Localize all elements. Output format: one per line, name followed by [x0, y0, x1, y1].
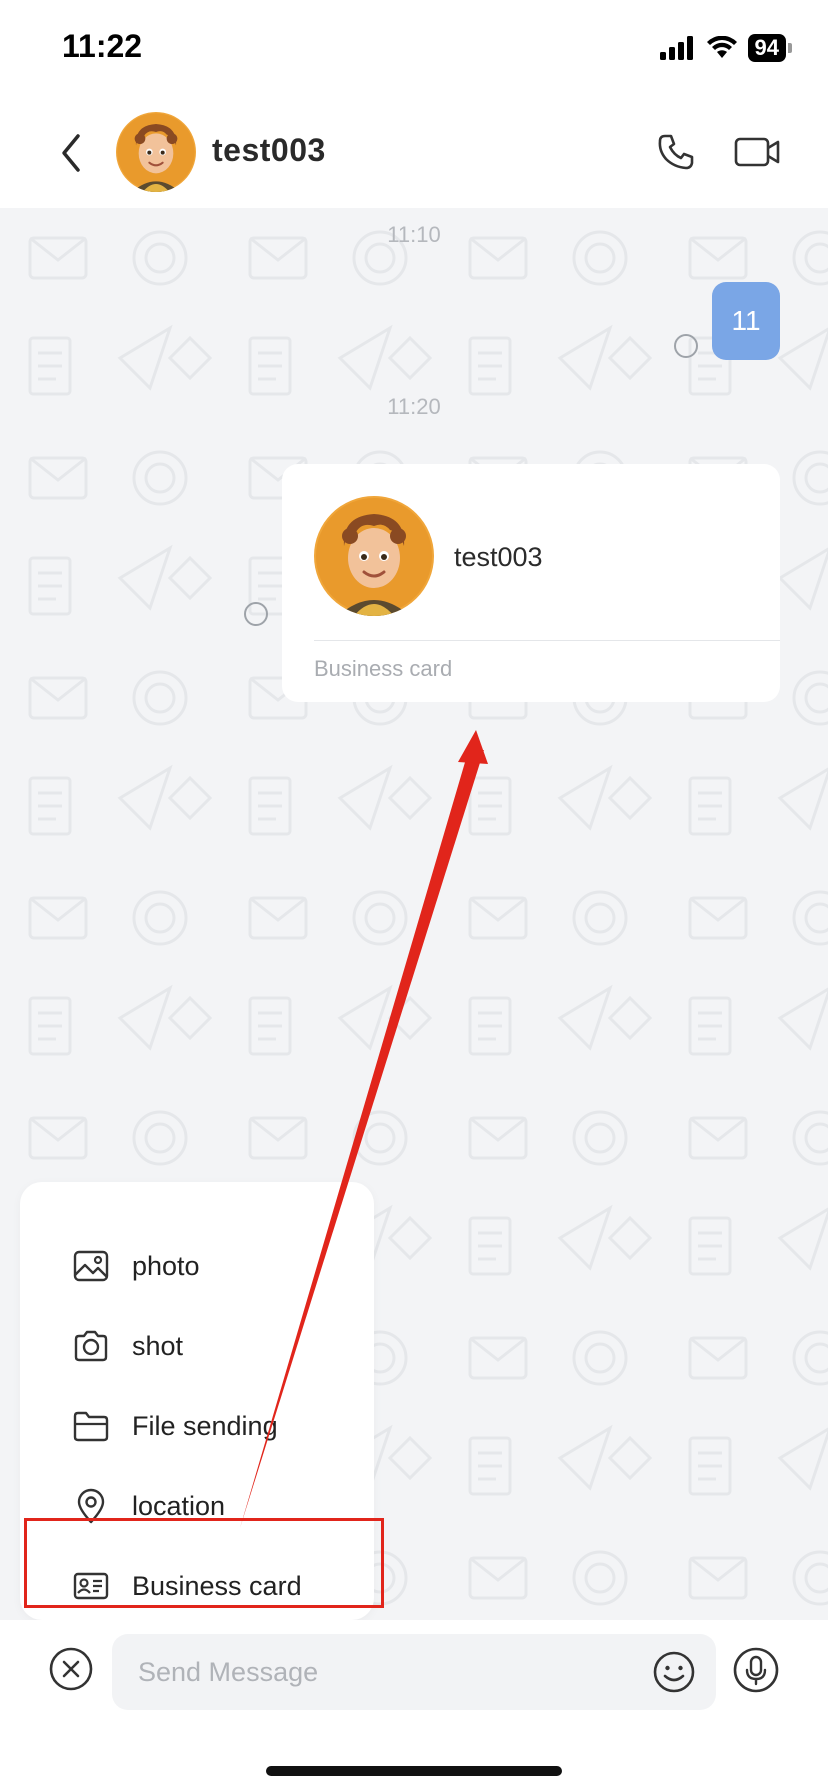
wifi-icon [706, 36, 737, 58]
battery-tip [788, 43, 792, 53]
menu-item-photo[interactable]: photo [72, 1236, 200, 1296]
contact-avatar[interactable] [116, 112, 196, 192]
status-icons: 94 [659, 34, 792, 62]
timestamp: 11:20 [387, 394, 441, 419]
microphone-icon[interactable] [732, 1646, 780, 1694]
menu-item-label: File sending [132, 1410, 278, 1441]
home-indicator [266, 1766, 562, 1776]
card-divider [314, 640, 780, 641]
message-input[interactable] [112, 1634, 716, 1710]
menu-item-label: location [132, 1490, 226, 1521]
folder-icon [73, 1411, 109, 1442]
annotation-highlight-box [24, 1518, 384, 1608]
timestamp: 11:10 [387, 222, 441, 247]
avatar-illustration [314, 496, 434, 616]
card-type-label: Business card [314, 656, 453, 681]
status-bar: 11:22 94 [0, 0, 828, 100]
signal-icon [659, 36, 693, 60]
message-status-icon [674, 334, 698, 358]
chat-header: test003 [0, 100, 828, 208]
camera-icon [74, 1330, 108, 1362]
message-input-bar [0, 1620, 828, 1792]
image-icon [73, 1250, 109, 1282]
avatar-illustration [116, 112, 196, 192]
menu-item-label: shot [132, 1330, 184, 1361]
phone-icon[interactable] [656, 132, 696, 172]
back-arrow-icon[interactable] [56, 130, 86, 176]
menu-item-file-sending[interactable]: File sending [72, 1396, 278, 1456]
status-time: 11:22 [62, 28, 143, 64]
card-contact-name: test003 [454, 542, 543, 572]
menu-item-shot[interactable]: shot [72, 1316, 183, 1376]
battery-icon: 94 [747, 34, 786, 62]
contact-name[interactable]: test003 [212, 132, 326, 169]
menu-item-label: photo [132, 1250, 200, 1281]
message-status-icon [244, 602, 268, 626]
video-camera-icon[interactable] [734, 134, 780, 170]
card-avatar [314, 496, 434, 616]
business-card-message[interactable]: test003 Business card [282, 464, 780, 702]
close-circle-icon[interactable] [48, 1646, 94, 1692]
emoji-icon[interactable] [652, 1650, 696, 1694]
message-bubble[interactable]: 11 [712, 282, 780, 360]
